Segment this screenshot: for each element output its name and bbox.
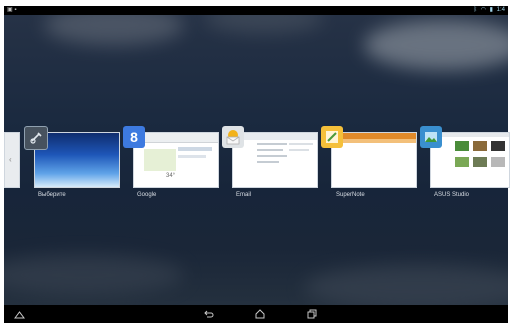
recent-app-label: Email <box>236 192 252 198</box>
home-icon[interactable] <box>12 307 26 321</box>
temperature: 34° <box>166 173 176 179</box>
cloud <box>364 20 508 70</box>
cloud <box>4 255 184 295</box>
clock: 1:4 <box>496 7 505 13</box>
recent-app-thumbnail-email[interactable] <box>232 132 318 188</box>
recent-app-thumbnail-asus-studio[interactable] <box>430 132 510 188</box>
thumbnail-preview <box>233 133 317 187</box>
battery-icon: ▮ <box>489 7 493 13</box>
recent-app-label: Google <box>137 192 157 198</box>
recent-app-thumbnail-google[interactable]: 34° <box>133 132 219 188</box>
email-icon[interactable] <box>222 126 244 148</box>
screen: ▣ ▪ ᛒ ◠ ▮ 1:4 ‹ Выберите 34° 8 Google Em… <box>0 0 512 323</box>
status-right[interactable]: ᛒ ◠ ▮ 1:4 <box>471 7 505 14</box>
recent-app-thumbnail-supernote[interactable] <box>331 132 417 188</box>
home-icon[interactable] <box>253 307 267 321</box>
recent-app-label: ASUS Studio <box>434 192 470 198</box>
recent-apps-icon[interactable] <box>305 307 319 321</box>
status-bar: ▣ ▪ ᛒ ◠ ▮ 1:4 <box>4 6 508 15</box>
image-icon: ▣ <box>7 7 13 13</box>
thumbnail-preview <box>332 133 416 187</box>
cloud <box>304 265 508 305</box>
bluetooth-icon: ᛒ <box>473 7 478 13</box>
settings-icon[interactable] <box>24 126 48 150</box>
notification-icon: ▪ <box>14 7 17 13</box>
asus-studio-icon[interactable] <box>420 126 442 148</box>
google-icon[interactable]: 8 <box>123 126 145 148</box>
status-left: ▣ ▪ <box>7 7 16 14</box>
wifi-icon: ◠ <box>480 7 486 13</box>
thumbnail-preview <box>431 133 509 187</box>
recent-app-label: SuperNote <box>336 192 365 198</box>
chevron-left-icon: ‹ <box>9 155 12 164</box>
navigation-bar <box>4 305 508 323</box>
cloud <box>204 15 324 33</box>
recent-app-label: Выберите <box>38 192 66 198</box>
recent-app-thumbnail-partial[interactable]: ‹ <box>4 132 20 188</box>
thumbnail-preview: 34° <box>134 133 218 187</box>
supernote-icon[interactable] <box>321 126 343 148</box>
back-icon[interactable] <box>202 307 216 321</box>
cloud <box>44 15 184 45</box>
